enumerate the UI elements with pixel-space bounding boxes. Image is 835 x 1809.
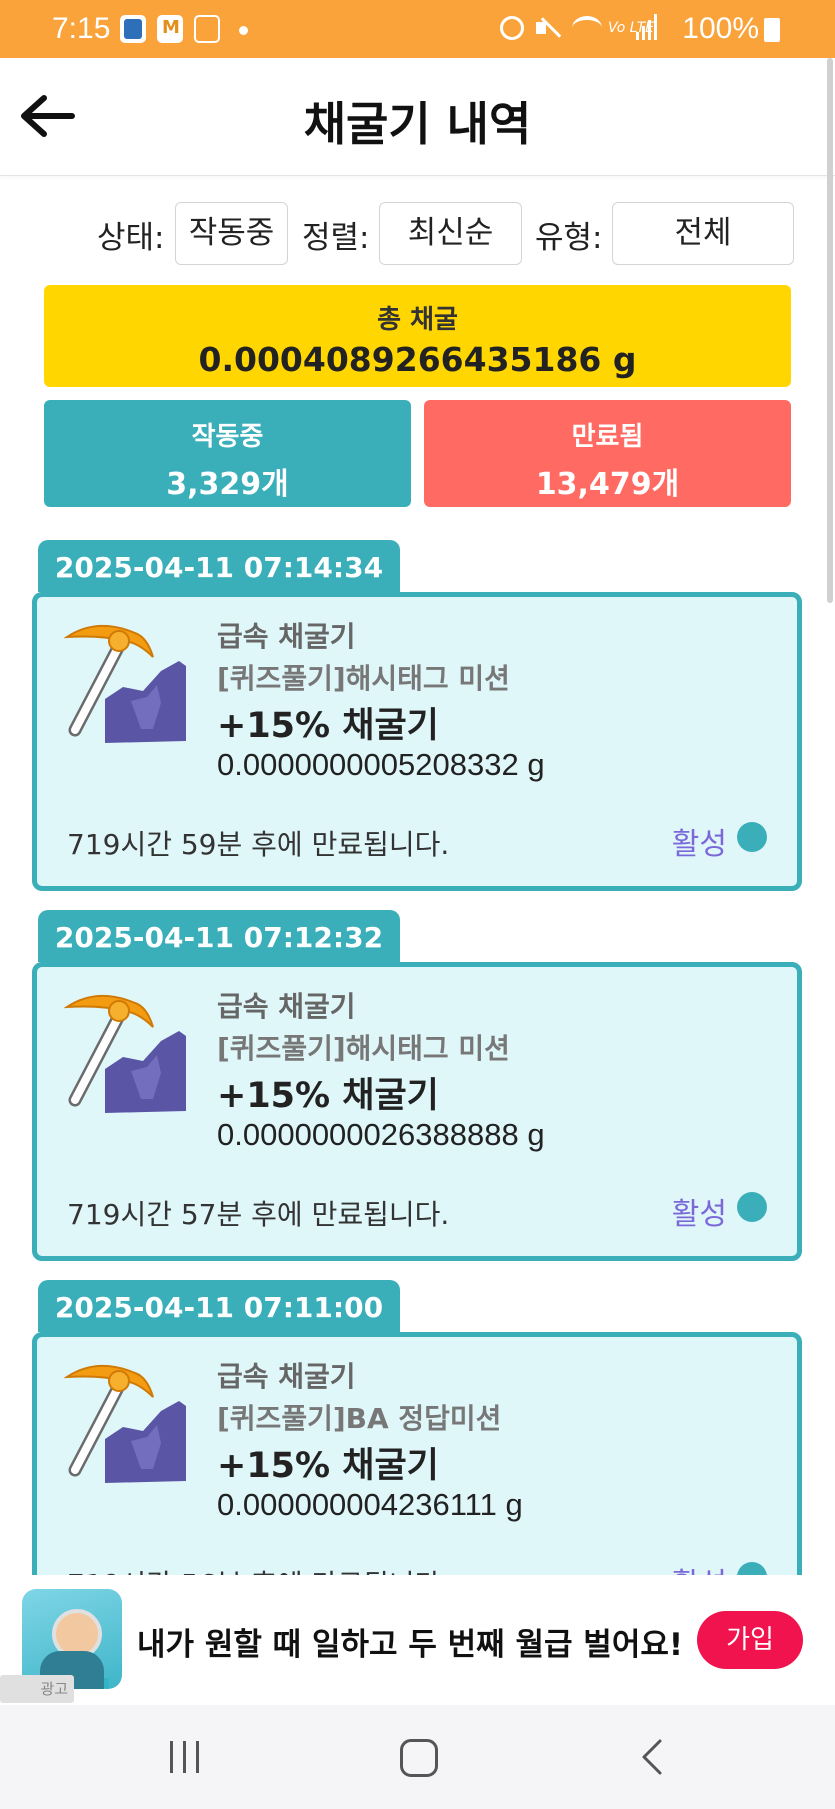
app-notification-icon bbox=[194, 15, 220, 43]
type-filter-select[interactable]: 전체 bbox=[612, 202, 794, 265]
wifi-icon bbox=[572, 16, 602, 40]
alarm-icon bbox=[500, 16, 524, 40]
mute-icon bbox=[536, 16, 560, 38]
ad-text: 내가 원할 때 일하고 두 번째 월급 벌어요! bbox=[137, 1627, 684, 1663]
system-nav-bar bbox=[0, 1705, 835, 1809]
app-notification-icon bbox=[120, 15, 146, 43]
pickaxe-icon bbox=[63, 994, 186, 1113]
card-body: 급속 채굴기 [퀴즈풀기]BA 정답미션 +15% 채굴기 0.00000000… bbox=[32, 1332, 802, 1575]
miner-icon bbox=[61, 987, 191, 1117]
chevron-left-icon bbox=[642, 1739, 662, 1775]
card-miner-type: 급속 채굴기 bbox=[217, 1360, 356, 1393]
card-bonus: +15% 채굴기 bbox=[217, 706, 439, 746]
total-mining-value: 0.0004089266435186 g bbox=[198, 340, 637, 379]
status-bar: 7:15 Vo LTE 100% bbox=[0, 0, 835, 58]
ad-tag: 광고 bbox=[0, 1675, 74, 1703]
card-date: 2025-04-11 07:12:32 bbox=[38, 910, 400, 962]
miner-icon bbox=[61, 1357, 191, 1487]
active-count-box: 작동중 3,329개 bbox=[44, 400, 411, 507]
system-back-button[interactable] bbox=[634, 1737, 674, 1777]
card-amount: 0.0000000005208332 g bbox=[217, 747, 545, 782]
active-dot-icon bbox=[737, 1192, 767, 1222]
card-amount: 0.000000004236111 g bbox=[217, 1487, 523, 1522]
miner-card[interactable]: 2025-04-11 07:11:00 급속 채굴기 [퀴즈풀기]BA 정답미션… bbox=[32, 1280, 802, 1575]
active-dot-icon bbox=[737, 822, 767, 852]
total-mining-label: 총 채굴 bbox=[377, 305, 458, 335]
filter-bar: 상태: 작동중 정렬: 최신순 유형: 전체 bbox=[0, 200, 835, 266]
miner-card[interactable]: 2025-04-11 07:12:32 급속 채굴기 [퀴즈풀기]해시태그 미션… bbox=[32, 910, 802, 1261]
recents-button[interactable] bbox=[168, 1741, 202, 1773]
status-filter-select[interactable]: 작동중 bbox=[175, 202, 288, 265]
battery-percent: 100% bbox=[682, 12, 759, 45]
active-count-label: 작동중 bbox=[191, 422, 264, 452]
card-status: 활성 bbox=[671, 827, 727, 862]
card-date: 2025-04-11 07:14:34 bbox=[38, 540, 400, 592]
miner-icon bbox=[61, 617, 191, 747]
card-bonus: +15% 채굴기 bbox=[217, 1446, 439, 1486]
miner-card[interactable]: 2025-04-11 07:14:34 급속 채굴기 [퀴즈풀기]해시태그 미션… bbox=[32, 540, 802, 891]
sort-filter-label: 정렬: bbox=[302, 220, 370, 256]
card-date: 2025-04-11 07:11:00 bbox=[38, 1280, 400, 1332]
expired-count-label: 만료됨 bbox=[571, 422, 644, 452]
page-title: 채굴기 내역 bbox=[303, 97, 532, 151]
expired-count-box: 만료됨 13,479개 bbox=[424, 400, 791, 507]
expired-count-value: 13,479개 bbox=[535, 467, 680, 502]
active-dot-icon bbox=[737, 1562, 767, 1575]
status-icons: Vo LTE bbox=[496, 14, 658, 44]
more-notifications-icon bbox=[239, 26, 248, 35]
ad-thumbnail: 배민커넥트 bbox=[22, 1589, 122, 1689]
type-filter-label: 유형: bbox=[535, 220, 603, 256]
card-source: [퀴즈풀기]BA 정답미션 bbox=[217, 1402, 502, 1435]
card-miner-type: 급속 채굴기 bbox=[217, 990, 356, 1023]
home-button[interactable] bbox=[400, 1739, 438, 1777]
card-amount: 0.0000000026388888 g bbox=[217, 1117, 545, 1152]
card-bonus: +15% 채굴기 bbox=[217, 1076, 439, 1116]
pickaxe-icon bbox=[63, 1364, 186, 1483]
card-miner-type: 급속 채굴기 bbox=[217, 620, 356, 653]
battery-icon bbox=[764, 18, 780, 42]
ad-banner[interactable]: 배민커넥트 광고 내가 원할 때 일하고 두 번째 월급 벌어요! 가입 bbox=[0, 1575, 835, 1705]
signal-icon bbox=[636, 14, 658, 40]
card-expire-text: 719시간 59분 후에 만료됩니다. bbox=[67, 828, 450, 861]
status-time: 7:15 bbox=[52, 12, 111, 45]
pickaxe-icon bbox=[63, 624, 186, 743]
scrollbar[interactable] bbox=[827, 58, 833, 603]
status-filter-label: 상태: bbox=[97, 220, 165, 256]
card-body: 급속 채굴기 [퀴즈풀기]해시태그 미션 +15% 채굴기 0.00000000… bbox=[32, 592, 802, 891]
sort-filter-select[interactable]: 최신순 bbox=[379, 202, 522, 265]
app-header: 채굴기 내역 bbox=[0, 58, 835, 176]
active-count-value: 3,329개 bbox=[166, 467, 289, 502]
card-status: 활성 bbox=[672, 1559, 727, 1575]
app-notification-icon bbox=[157, 15, 183, 43]
total-mining-box: 총 채굴 0.0004089266435186 g bbox=[44, 285, 791, 387]
ad-signup-button[interactable]: 가입 bbox=[697, 1611, 803, 1669]
card-source: [퀴즈풀기]해시태그 미션 bbox=[217, 662, 510, 695]
card-status: 활성 bbox=[671, 1197, 727, 1232]
card-body: 급속 채굴기 [퀴즈풀기]해시태그 미션 +15% 채굴기 0.00000000… bbox=[32, 962, 802, 1261]
card-expire-text: 719시간 56분 후에 만료됩니다. bbox=[67, 1563, 449, 1575]
card-expire-text: 719시간 57분 후에 만료됩니다. bbox=[67, 1198, 450, 1231]
card-source: [퀴즈풀기]해시태그 미션 bbox=[217, 1032, 510, 1065]
